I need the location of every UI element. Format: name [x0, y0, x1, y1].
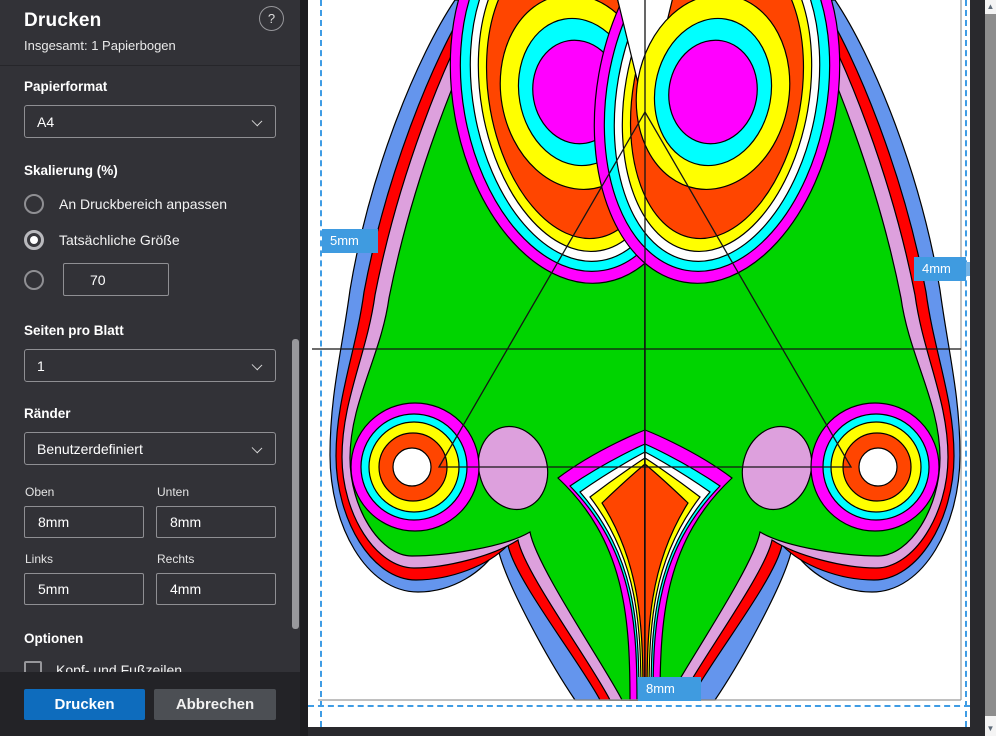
cancel-button[interactable]: Abbrechen — [154, 689, 276, 720]
margin-right-label: Rechts — [157, 552, 276, 566]
margin-top-input[interactable]: 8mm — [24, 506, 144, 538]
preview-scrollbar[interactable]: ▲ ▼ — [985, 0, 996, 736]
scaling-fit-label: An Druckbereich anpassen — [59, 196, 227, 212]
scaling-actual-option[interactable]: Tatsächliche Größe — [24, 230, 276, 250]
print-dialog-window: Drucken Insgesamt: 1 Papierbogen ? Papie… — [0, 0, 996, 736]
scroll-down-icon[interactable]: ▼ — [985, 723, 996, 735]
sidebar-scrollbar-thumb[interactable] — [292, 339, 299, 629]
margins-value: Benutzerdefiniert — [37, 441, 143, 457]
drag-handle-icon[interactable] — [966, 262, 970, 276]
print-settings-panel: Drucken Insgesamt: 1 Papierbogen ? Papie… — [0, 0, 300, 736]
scaling-custom-input[interactable]: 70 — [63, 263, 169, 296]
contour-plot-image — [308, 0, 970, 727]
scaling-label: Skalierung (%) — [24, 163, 276, 178]
panel-separator — [300, 0, 308, 736]
radio-selected-icon[interactable] — [24, 230, 44, 250]
scroll-up-icon[interactable]: ▲ — [985, 1, 996, 13]
dialog-header: Drucken Insgesamt: 1 Papierbogen ? — [0, 0, 300, 66]
right-margin-handle[interactable]: 4mm — [914, 257, 966, 281]
pages-per-sheet-select[interactable]: 1 — [24, 349, 276, 382]
margin-bottom-input[interactable]: 8mm — [156, 506, 276, 538]
margin-bottom-label: Unten — [157, 485, 276, 499]
scaling-custom-option[interactable]: 70 — [24, 263, 276, 296]
paper-format-value: A4 — [37, 114, 54, 130]
print-button[interactable]: Drucken — [24, 689, 145, 720]
pages-per-sheet-value: 1 — [37, 358, 45, 374]
margin-left-input[interactable]: 5mm — [24, 573, 144, 605]
margins-select[interactable]: Benutzerdefiniert — [24, 432, 276, 465]
dialog-footer: Drucken Abbrechen — [0, 672, 300, 736]
margin-top-label: Oben — [25, 485, 144, 499]
options-label: Optionen — [24, 631, 276, 646]
radio-unselected-icon[interactable] — [24, 270, 44, 290]
help-icon[interactable]: ? — [259, 6, 284, 31]
paper-format-select[interactable]: A4 — [24, 105, 276, 138]
preview-paper-sheet: 5mm 4mm 8mm — [308, 0, 970, 727]
chevron-down-icon — [252, 116, 263, 127]
radio-unselected-icon[interactable] — [24, 194, 44, 214]
preview-scrollbar-thumb[interactable] — [985, 14, 996, 716]
settings-form: Papierformat A4 Skalierung (%) An Druckb… — [0, 79, 300, 679]
dialog-title: Drucken — [24, 10, 276, 32]
margin-right-input[interactable]: 4mm — [156, 573, 276, 605]
scaling-actual-label: Tatsächliche Größe — [59, 232, 180, 248]
margins-label: Ränder — [24, 406, 276, 421]
print-preview-area: 5mm 4mm 8mm ▲ ▼ — [308, 0, 996, 736]
pages-per-sheet-label: Seiten pro Blatt — [24, 323, 276, 338]
chevron-down-icon — [252, 443, 263, 454]
chevron-down-icon — [252, 360, 263, 371]
paper-format-label: Papierformat — [24, 79, 276, 94]
scaling-fit-option[interactable]: An Druckbereich anpassen — [24, 194, 276, 214]
bottom-margin-handle[interactable]: 8mm — [638, 677, 701, 701]
left-margin-handle[interactable]: 5mm — [322, 229, 378, 253]
margin-left-label: Links — [25, 552, 144, 566]
sheet-count-label: Insgesamt: 1 Papierbogen — [24, 38, 276, 53]
